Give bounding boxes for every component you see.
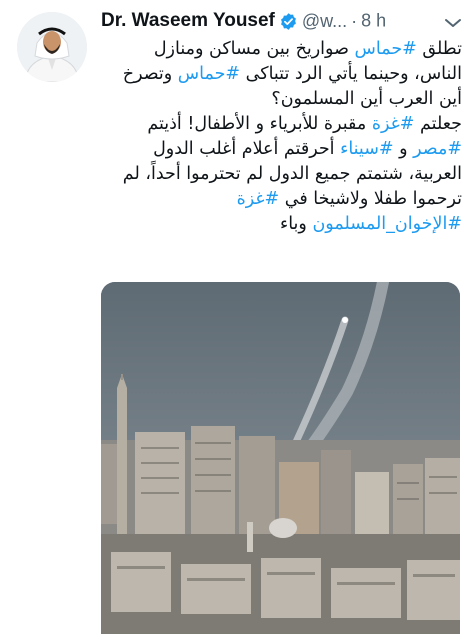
hashtag-link[interactable]: #سيناء [340, 139, 393, 159]
hashtag-link[interactable]: #غزة [372, 114, 415, 134]
tweet-paragraph-1: تطلق #حماس صواريخ بين مساكن ومنازل الناس… [101, 37, 462, 112]
verified-badge-icon [280, 12, 296, 30]
city-rocket-photo [101, 282, 460, 634]
tweet-timestamp[interactable]: 8 h [361, 11, 386, 31]
tweet-text: تطلق #حماس صواريخ بين مساكن ومنازل الناس… [101, 37, 462, 237]
tweet-text-segment: تطلق [416, 39, 462, 59]
hashtag-link[interactable]: #مصر [413, 139, 462, 159]
hashtag-link[interactable]: #غزة [237, 189, 280, 209]
tweet-paragraph-2: جعلتم #غزة مقبرة للأبرياء و الأطفال! أذي… [101, 112, 462, 237]
profile-photo [17, 12, 87, 82]
display-name[interactable]: Dr. Waseem Yousef [101, 10, 275, 31]
tweet-text-segment: جعلتم [414, 114, 462, 134]
chevron-down-icon[interactable] [442, 14, 464, 32]
tweet-media-photo[interactable] [101, 282, 460, 634]
tweet-header: Dr. Waseem Yousef @w... · 8 h [101, 10, 462, 36]
hashtag-link[interactable]: #حماس [355, 39, 417, 59]
user-handle[interactable]: @w... [302, 11, 347, 31]
avatar[interactable] [17, 12, 87, 82]
separator-dot: · [351, 10, 358, 31]
hashtag-link[interactable]: #الإخوان_المسلمون [312, 214, 462, 234]
tweet-text-segment: وباء [279, 214, 313, 234]
tweet-text-segment: مقبرة للأبرياء و الأطفال! أذيتم [147, 114, 372, 134]
hashtag-link[interactable]: #حماس [178, 64, 240, 84]
tweet-text-segment: و [393, 139, 414, 159]
